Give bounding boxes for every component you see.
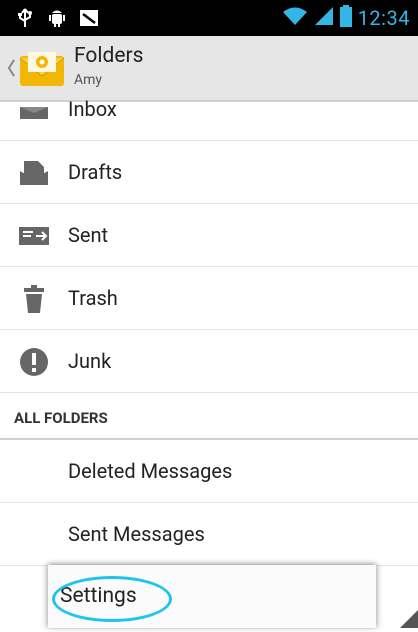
folder-label: Sent	[68, 223, 109, 247]
folder-item-sent-messages[interactable]: Sent Messages	[0, 503, 418, 566]
page-title: Folders	[74, 44, 144, 68]
folder-label: Junk	[68, 349, 112, 373]
back-caret-icon[interactable]	[6, 56, 16, 80]
folder-label: Sent Messages	[68, 522, 205, 546]
folder-label: Inbox	[68, 100, 117, 121]
clock: 12:34	[357, 6, 410, 30]
junk-icon	[18, 347, 50, 377]
notification-icons	[14, 0, 100, 36]
account-name: Amy	[74, 72, 103, 88]
status-bar: 12:34	[0, 0, 418, 36]
folder-list: Inbox Drafts Sent Trash Junk	[0, 100, 418, 400]
drafts-icon	[18, 158, 50, 188]
android-debug-icon	[46, 7, 68, 29]
resize-corner-icon	[400, 610, 418, 628]
folder-item-drafts[interactable]: Drafts	[0, 141, 418, 204]
folder-item-junk[interactable]: Junk	[0, 330, 418, 393]
wifi-icon	[282, 6, 308, 30]
action-bar: Folders Amy	[0, 36, 418, 102]
folder-label: Trash	[68, 286, 118, 310]
settings-highlight-ring	[52, 576, 172, 622]
sent-icon	[18, 221, 50, 251]
usb-icon	[14, 7, 36, 29]
inbox-icon	[18, 100, 50, 125]
folder-item-trash[interactable]: Trash	[0, 267, 418, 330]
section-title: ALL FOLDERS	[14, 409, 108, 427]
folder-item-deleted-messages[interactable]: Deleted Messages	[0, 440, 418, 503]
all-folders-header: ALL FOLDERS	[0, 400, 418, 440]
email-app-icon[interactable]	[18, 48, 66, 90]
signal-icon	[314, 6, 334, 30]
trash-icon	[18, 284, 50, 314]
battery-icon	[339, 5, 352, 31]
folder-label: Deleted Messages	[68, 459, 233, 483]
mail-notification-icon	[78, 7, 100, 29]
folder-item-sent[interactable]: Sent	[0, 204, 418, 267]
system-icons: 12:34	[282, 0, 410, 36]
folder-label: Drafts	[68, 160, 123, 184]
folder-item-inbox[interactable]: Inbox	[0, 100, 418, 141]
